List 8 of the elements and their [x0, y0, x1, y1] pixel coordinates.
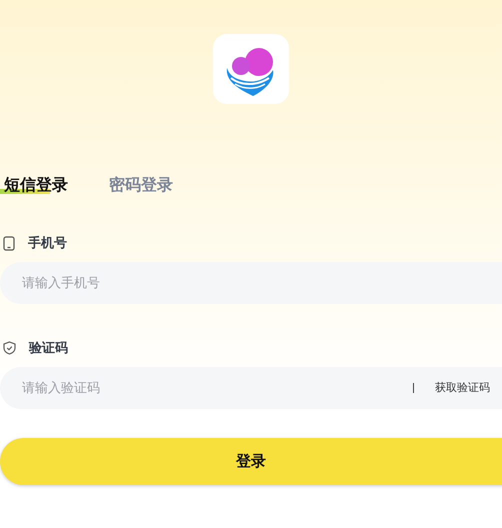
phone-icon: [3, 236, 15, 250]
field-label: 手机号: [28, 234, 67, 252]
phone-field[interactable]: 请输入手机号: [0, 262, 502, 304]
login-tab[interactable]: 密码登录: [109, 174, 173, 196]
login-button[interactable]: 登录: [0, 438, 502, 485]
shield-icon: [3, 341, 16, 355]
get-code-button[interactable]: 获取验证码: [435, 380, 490, 395]
field-label: 验证码: [29, 340, 68, 357]
